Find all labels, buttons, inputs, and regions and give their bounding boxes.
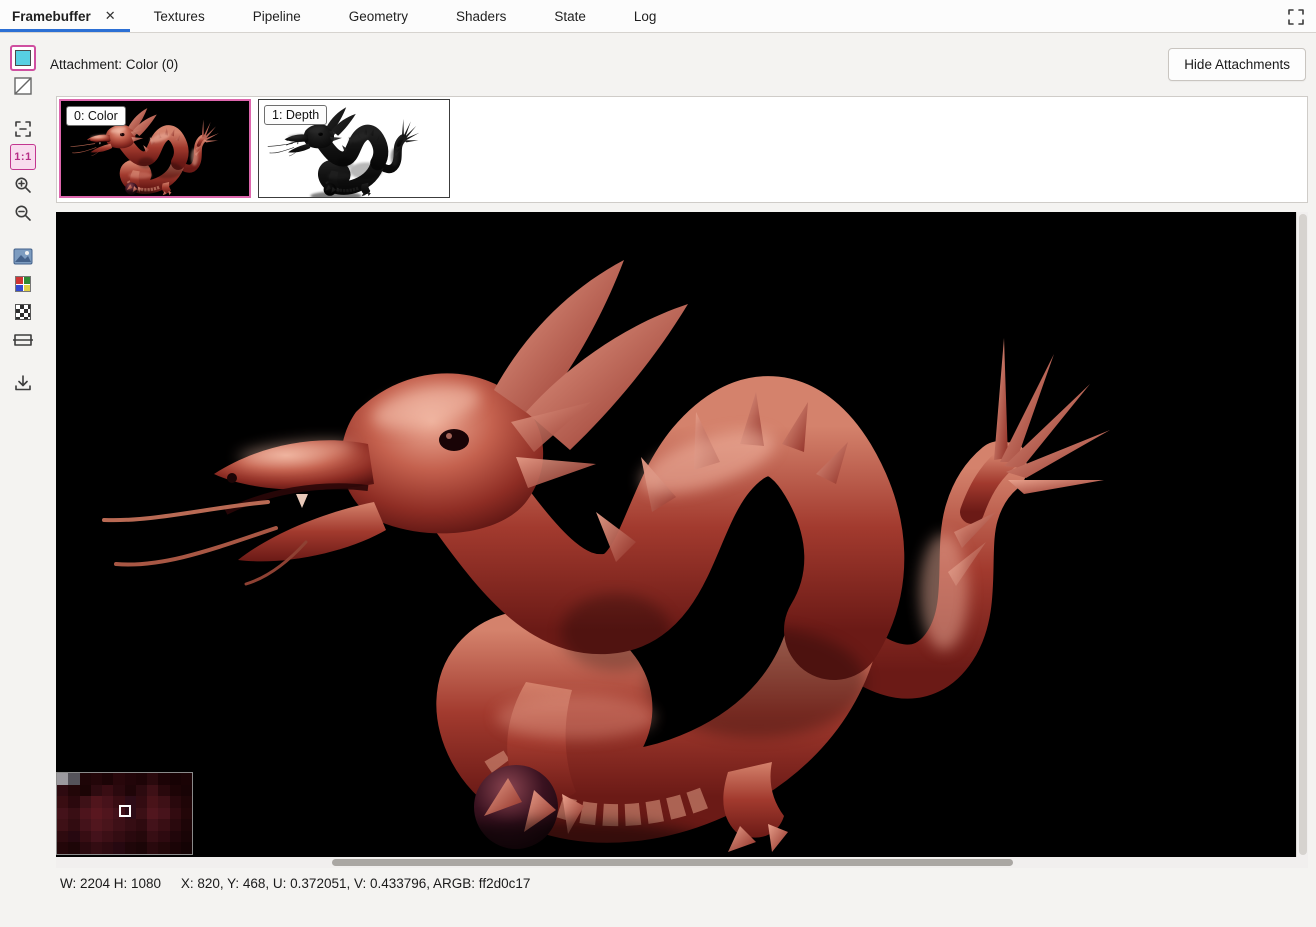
tab-bar: Framebuffer ✕ Textures Pipeline Geometry… <box>0 0 1316 33</box>
hide-attachments-button[interactable]: Hide Attachments <box>1168 48 1306 81</box>
background-image-button[interactable] <box>10 243 36 269</box>
zoom-actual-size-button[interactable]: 1:1 <box>10 144 36 170</box>
scrollbar-corner <box>1296 857 1308 868</box>
tab-framebuffer[interactable]: Framebuffer ✕ <box>0 0 130 32</box>
zoom-in-icon <box>14 176 32 194</box>
fullscreen-icon[interactable] <box>1286 7 1306 27</box>
zoom-out-icon <box>14 204 32 222</box>
tab-textures[interactable]: Textures <box>130 0 229 32</box>
color-swatch-icon <box>15 50 31 66</box>
tab-geometry[interactable]: Geometry <box>325 0 432 32</box>
image-icon <box>13 248 33 265</box>
cursor-pixel-readout: X: 820, Y: 468, U: 0.372051, V: 0.433796… <box>181 876 531 891</box>
save-image-button[interactable] <box>10 370 36 396</box>
viewer-toolbar: 1:1 <box>8 44 38 397</box>
status-bar: W: 2204 H: 1080 X: 820, Y: 468, U: 0.372… <box>60 876 530 891</box>
zoom-fit-icon <box>14 120 32 138</box>
flip-vertical-icon <box>13 332 33 348</box>
horizontal-scrollbar-thumb[interactable] <box>332 859 1013 866</box>
attachment-chip-color: 0: Color <box>66 106 126 126</box>
channels-rgba-button[interactable] <box>10 271 36 297</box>
tab-log[interactable]: Log <box>610 0 681 32</box>
attachment-chip-depth: 1: Depth <box>264 105 327 125</box>
attachment-thumb-color[interactable]: 0: Color <box>59 99 251 198</box>
pixel-magnifier <box>56 772 193 855</box>
flip-vertical-button[interactable] <box>10 327 36 353</box>
horizontal-scrollbar[interactable] <box>56 857 1296 868</box>
rgba-channels-icon <box>15 276 31 292</box>
zoom-fit-button[interactable] <box>10 116 36 142</box>
close-tab-icon[interactable]: ✕ <box>105 8 116 24</box>
attachment-thumb-depth[interactable]: 1: Depth <box>258 99 450 198</box>
tab-label: Framebuffer <box>12 9 91 24</box>
one-to-one-icon: 1:1 <box>14 151 31 163</box>
attachments-strip: 0: Color 1: Depth <box>56 96 1308 203</box>
tab-pipeline[interactable]: Pipeline <box>229 0 325 32</box>
texture-size-readout: W: 2204 H: 1080 <box>60 876 161 891</box>
checkerboard-icon <box>15 304 31 320</box>
alpha-diagonal-icon <box>13 76 33 96</box>
tab-state[interactable]: State <box>530 0 610 32</box>
zoom-out-button[interactable] <box>10 200 36 226</box>
tab-shaders[interactable]: Shaders <box>432 0 530 32</box>
zoom-in-button[interactable] <box>10 172 36 198</box>
attachment-title: Attachment: Color (0) <box>50 57 178 72</box>
render-viewport[interactable] <box>56 212 1296 857</box>
vertical-scrollbar[interactable] <box>1296 212 1308 857</box>
checkerboard-button[interactable] <box>10 299 36 325</box>
pixel-marker <box>119 805 131 817</box>
dragon-render <box>56 212 1296 857</box>
save-download-icon <box>14 374 32 392</box>
channel-alpha-button[interactable] <box>10 73 36 99</box>
channel-color-button[interactable] <box>10 45 36 71</box>
vertical-scrollbar-thumb[interactable] <box>1299 214 1307 855</box>
